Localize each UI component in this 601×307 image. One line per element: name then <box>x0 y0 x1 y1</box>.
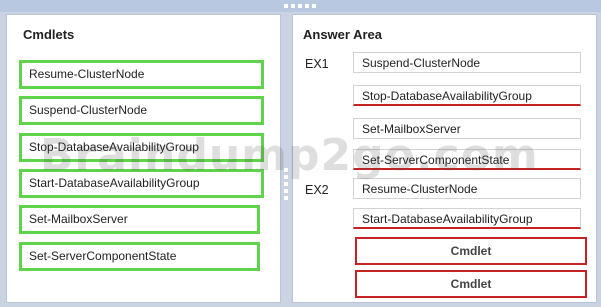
cmdlets-panel: Cmdlets Resume-ClusterNode Suspend-Clust… <box>6 14 281 303</box>
cmdlet-start-dag[interactable]: Start-DatabaseAvailabilityGroup <box>19 169 264 198</box>
ex2-slot-3[interactable]: Cmdlet <box>355 237 587 265</box>
ex2-slot-1[interactable]: Resume-ClusterNode <box>353 178 581 199</box>
ex1-slot-3[interactable]: Set-MailboxServer <box>353 118 581 139</box>
splitter-grip[interactable] <box>282 4 318 8</box>
cmdlet-resume-clusternode[interactable]: Resume-ClusterNode <box>19 60 264 89</box>
ex2-label: EX2 <box>305 183 329 197</box>
ex2-slot-4[interactable]: Cmdlet <box>355 270 587 298</box>
ex1-slot-4[interactable]: Set-ServerComponentState <box>353 149 581 170</box>
answer-area-panel: Answer Area EX1 Suspend-ClusterNode Stop… <box>292 14 597 303</box>
ex1-slot-2[interactable]: Stop-DatabaseAvailabilityGroup <box>353 85 581 106</box>
cmdlet-set-mailboxserver[interactable]: Set-MailboxServer <box>19 205 260 234</box>
vertical-splitter-grip[interactable] <box>284 168 288 208</box>
cmdlet-suspend-clusternode[interactable]: Suspend-ClusterNode <box>19 96 264 125</box>
ex1-slot-1[interactable]: Suspend-ClusterNode <box>353 52 581 73</box>
ex2-slot-2[interactable]: Start-DatabaseAvailabilityGroup <box>353 208 581 229</box>
cmdlet-set-servercomponentstate[interactable]: Set-ServerComponentState <box>19 242 260 271</box>
cmdlets-title: Cmdlets <box>23 27 75 42</box>
top-bar <box>0 0 601 12</box>
answer-area-title: Answer Area <box>303 27 382 42</box>
cmdlet-stop-dag[interactable]: Stop-DatabaseAvailabilityGroup <box>19 133 264 162</box>
ex1-label: EX1 <box>305 57 329 71</box>
